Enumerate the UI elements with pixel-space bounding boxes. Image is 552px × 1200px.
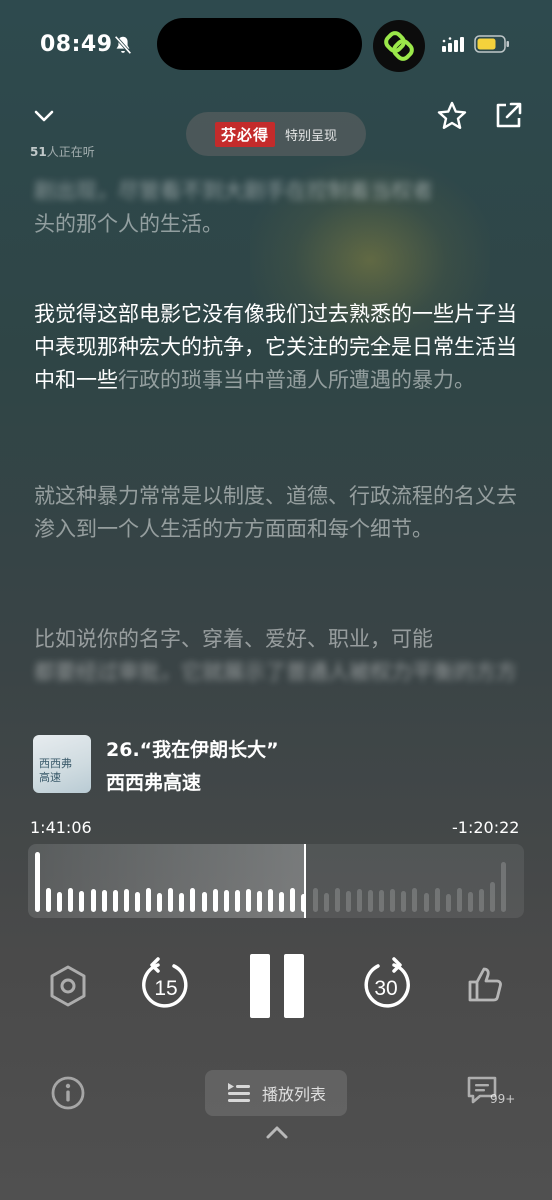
- waveform-bar: [223, 890, 229, 912]
- playlist-icon: [227, 1083, 250, 1102]
- comments-button[interactable]: 99+: [466, 1074, 520, 1114]
- transcript-paragraph: 剧出现，尽管看不到大剧手在控制着当权者 头的那个人的生活。: [34, 175, 518, 241]
- silent-bell-icon: [114, 35, 132, 55]
- forward-icon: 30: [364, 957, 410, 1008]
- waveform-bar: [234, 890, 240, 912]
- waveform-bar: [456, 888, 462, 912]
- waveform-bar: [46, 888, 52, 912]
- info-icon[interactable]: [50, 1075, 86, 1111]
- waveform-bar: [467, 892, 473, 912]
- listeners-count: 51人正在听: [30, 145, 95, 159]
- waveform-bar: [134, 892, 140, 912]
- waveform-bar: [123, 889, 129, 912]
- link-app-icon[interactable]: [373, 20, 425, 72]
- waveform-bar: [290, 888, 296, 912]
- pause-button[interactable]: [250, 954, 304, 1018]
- show-name[interactable]: 西西弗高速: [106, 768, 201, 795]
- rewind-15-button[interactable]: 15: [140, 957, 192, 1013]
- waveform-bar: [312, 888, 318, 912]
- battery-icon: [474, 35, 509, 53]
- waveform-bar: [479, 889, 484, 912]
- transcript-paragraph[interactable]: 就这种暴力常常是以制度、道德、行政流程的名义去渗入到一个人生活的方方面面和每个细…: [34, 480, 518, 546]
- waveform-bar: [212, 889, 218, 912]
- waveform-bar: [157, 893, 163, 912]
- comment-count-badge: 99+: [490, 1092, 516, 1106]
- waveform-bar: [201, 892, 207, 912]
- waveform-bar: [179, 893, 185, 912]
- transcript-blurred-line: 剧出现，尽管看不到大剧手在控制着当权者: [34, 179, 433, 203]
- pause-bar-right: [284, 954, 304, 1018]
- waveform-bar: [379, 890, 385, 912]
- waveform-bar: [334, 888, 340, 912]
- cover-title-line2: 高速: [39, 771, 61, 784]
- waveform-bar: [368, 890, 373, 912]
- waveform-bar: [257, 891, 262, 912]
- transcript-blurred-line: 都要经过审批，它就展示了普通人被权力平衡的方方面面，这些不能被控制的: [34, 660, 518, 684]
- waveform-bar: [412, 888, 418, 912]
- waveform-bar: [112, 890, 118, 912]
- waveform-bar: [323, 893, 329, 912]
- sponsor-logo: 芬必得: [214, 121, 275, 147]
- waveform-bar: [356, 889, 362, 912]
- thumbs-up-icon[interactable]: [466, 964, 504, 1004]
- episode-title[interactable]: 26.“我在伊朗长大”: [106, 735, 279, 762]
- waveform-bar: [90, 889, 96, 912]
- waveform-bar: [79, 891, 85, 912]
- waveform-bar: [268, 889, 274, 912]
- playback-settings-icon[interactable]: [48, 964, 88, 1008]
- signal-icon: [442, 37, 464, 52]
- waveform-bar: [146, 888, 151, 912]
- dynamic-island: [157, 18, 362, 70]
- playhead[interactable]: [304, 844, 306, 918]
- waveform-bar: [35, 852, 40, 912]
- transcript-line: 比如说你的名字、穿着、爱好、职业，可能: [34, 627, 433, 651]
- waveform-bar: [390, 889, 396, 912]
- waveform-scrubber[interactable]: [28, 844, 524, 918]
- waveform-bar: [401, 891, 407, 912]
- waveform-bar: [101, 890, 107, 912]
- star-icon[interactable]: [436, 100, 468, 132]
- chevron-down-icon[interactable]: [32, 104, 56, 128]
- waveform-bar: [190, 888, 196, 912]
- waveform-bar: [279, 892, 285, 912]
- sponsor-label: 特别呈现: [285, 128, 338, 144]
- transcript-paragraph-active[interactable]: 我觉得这部电影它没有像我们过去熟悉的一些片子当中表现那种宏大的抗争，它关注的完全…: [34, 298, 518, 397]
- playlist-label: 播放列表: [261, 1085, 326, 1104]
- waveform-bar: [245, 889, 251, 912]
- waveform-bar: [423, 893, 429, 912]
- waveform-bar: [57, 892, 63, 912]
- transcript-line: 头的那个人的生活。: [34, 212, 223, 236]
- rewind-seconds: 15: [154, 977, 177, 1000]
- waveform-bar: [501, 862, 507, 912]
- remaining-time: -1:20:22: [452, 818, 520, 837]
- transcript-upcoming-text: 行政的琐事当中普通人所遭遇的暴力。: [118, 368, 475, 392]
- episode-cover[interactable]: 西西弗 高速: [33, 735, 91, 793]
- rewind-icon: 15: [142, 957, 188, 1008]
- waveform-bar: [490, 882, 496, 912]
- playlist-button[interactable]: 播放列表: [205, 1070, 347, 1116]
- forward-seconds: 30: [374, 977, 397, 1000]
- forward-30-button[interactable]: 30: [360, 957, 412, 1013]
- share-icon[interactable]: [494, 100, 522, 130]
- waveform-bar: [68, 888, 74, 912]
- waveform-bar: [434, 888, 440, 912]
- waveform-bar: [168, 888, 174, 912]
- status-time: 08:49: [40, 32, 113, 57]
- elapsed-time: 1:41:06: [30, 818, 92, 837]
- sponsor-banner[interactable]: 芬必得 特别呈现: [186, 112, 366, 156]
- waveform-bar: [345, 891, 351, 912]
- waveform-bar: [445, 894, 451, 912]
- pause-bar-left: [250, 954, 270, 1018]
- chevron-up-icon[interactable]: [264, 1122, 290, 1142]
- transcript-paragraph[interactable]: 比如说你的名字、穿着、爱好、职业，可能 都要经过审批，它就展示了普通人被权力平衡…: [34, 623, 518, 689]
